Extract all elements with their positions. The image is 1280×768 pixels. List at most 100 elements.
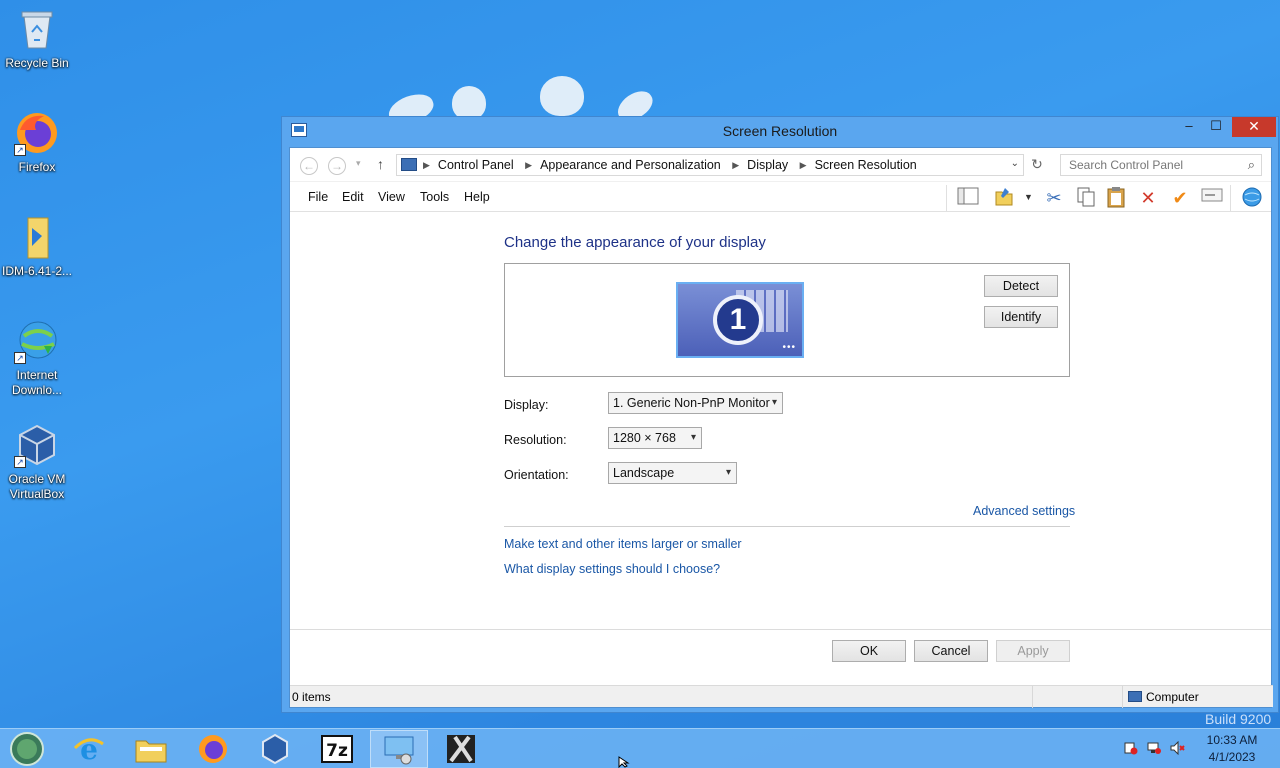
resolution-select-value: 1280 × 768 xyxy=(613,431,676,445)
forward-button[interactable]: → xyxy=(328,157,346,175)
taskbar-7zip[interactable]: 7z xyxy=(308,730,366,768)
paste-icon[interactable] xyxy=(1104,186,1128,210)
desktop-icon-recycle-bin[interactable]: Recycle Bin xyxy=(0,6,74,71)
desktop-icon-idm-installer[interactable]: IDM-6.41-2... xyxy=(0,214,74,279)
breadcrumb-separator-icon[interactable]: ▶ xyxy=(732,160,739,170)
minimize-button[interactable]: – xyxy=(1178,117,1200,137)
content-divider xyxy=(504,526,1070,527)
taskbar-virtualbox[interactable] xyxy=(246,730,304,768)
wallpaper-petal xyxy=(452,86,486,120)
desktop-icon-label: Oracle VM VirtualBox xyxy=(8,472,66,501)
display-select-value: 1. Generic Non-PnP Monitor xyxy=(613,396,770,410)
desktop-icon-label: IDM-6.41-2... xyxy=(1,264,73,278)
taskbar: e 7z 10:33 AM 4/1/2023 xyxy=(0,728,1280,768)
display-preview: 1 ••• Detect Identify xyxy=(504,263,1070,377)
clock-time[interactable]: 10:33 AM xyxy=(1196,733,1268,747)
search-icon[interactable]: ⌕ xyxy=(1248,157,1255,173)
layout-pane-icon[interactable] xyxy=(956,186,980,210)
desktop-icon-firefox[interactable]: ↗ Firefox xyxy=(0,110,74,175)
breadcrumb-separator-icon[interactable]: ▶ xyxy=(525,160,532,170)
taskbar-xming[interactable] xyxy=(432,730,490,768)
close-button[interactable]: ✕ xyxy=(1232,117,1276,137)
cut-icon[interactable]: ✂ xyxy=(1042,186,1066,210)
menu-tools[interactable]: Tools xyxy=(420,190,449,204)
firefox-icon: ↗ xyxy=(14,110,60,156)
folder-icon xyxy=(14,214,60,260)
menu-view[interactable]: View xyxy=(378,190,405,204)
menu-help[interactable]: Help xyxy=(464,190,490,204)
taskbar-firefox[interactable] xyxy=(184,730,242,768)
taskbar-file-explorer[interactable] xyxy=(122,730,180,768)
search-input[interactable] xyxy=(1069,155,1239,175)
menu-edit[interactable]: Edit xyxy=(342,190,364,204)
menu-file[interactable]: File xyxy=(308,190,328,204)
text-size-link[interactable]: Make text and other items larger or smal… xyxy=(504,537,742,551)
chevron-down-icon: ▾ xyxy=(725,467,731,478)
mouse-cursor-icon xyxy=(618,756,630,768)
up-button[interactable]: ↑ xyxy=(377,156,384,172)
window-title: Screen Resolution xyxy=(722,123,838,139)
display-label: Display: xyxy=(504,398,549,412)
computer-icon xyxy=(1128,691,1142,702)
resolution-select[interactable]: 1280 × 768 ▾ xyxy=(608,427,702,449)
taskbar-control-panel[interactable] xyxy=(370,730,428,768)
identify-button[interactable]: Identify xyxy=(984,306,1058,328)
desktop-icon-internet-download-manager[interactable]: ↗ Internet Downlo... xyxy=(0,318,74,398)
breadcrumb-control-panel[interactable]: Control Panel xyxy=(438,158,514,172)
properties-icon[interactable] xyxy=(1200,186,1224,210)
network-icon[interactable] xyxy=(1146,741,1162,755)
monitor-1-thumbnail[interactable]: 1 ••• xyxy=(676,282,804,358)
cancel-button[interactable]: Cancel xyxy=(914,640,988,662)
computer-icon xyxy=(401,158,417,171)
screen-resolution-window[interactable]: Screen Resolution – ☐ ✕ ← → ▾ ↑ ▶ Control… xyxy=(281,116,1279,713)
chevron-down-icon[interactable]: ▼ xyxy=(1024,192,1033,202)
desktop-icon-virtualbox[interactable]: ↗ Oracle VM VirtualBox xyxy=(0,422,74,502)
clock-date[interactable]: 4/1/2023 xyxy=(1196,750,1268,764)
recycle-bin-icon xyxy=(14,6,60,52)
address-bar[interactable]: ▶ Control Panel ▶ Appearance and Personali… xyxy=(396,154,1024,176)
breadcrumb-separator-icon[interactable]: ▶ xyxy=(800,160,807,170)
desktop-icon-label: Internet Downlo... xyxy=(11,368,63,397)
folder-options-icon[interactable] xyxy=(992,186,1016,210)
apply-button[interactable]: Apply xyxy=(996,640,1070,662)
globe-icon[interactable] xyxy=(1240,186,1264,210)
taskbar-internet-explorer[interactable]: e xyxy=(60,730,118,768)
detect-button[interactable]: Detect xyxy=(984,275,1058,297)
recent-locations-dropdown[interactable]: ▾ xyxy=(356,158,361,169)
start-button[interactable] xyxy=(0,730,54,768)
advanced-settings-link[interactable]: Advanced settings xyxy=(973,504,1075,518)
shortcut-arrow-icon: ↗ xyxy=(14,456,26,468)
status-location: Computer xyxy=(1146,690,1199,704)
maximize-button[interactable]: ☐ xyxy=(1204,117,1228,137)
status-bar: 0 items Computer xyxy=(290,685,1273,708)
volume-muted-icon[interactable] xyxy=(1170,740,1186,756)
action-center-icon[interactable] xyxy=(1124,741,1138,755)
svg-text:e: e xyxy=(80,733,98,766)
toolbar-separator xyxy=(1230,185,1231,211)
back-button[interactable]: ← xyxy=(300,157,318,175)
breadcrumb-display[interactable]: Display xyxy=(747,158,788,172)
content-area: Change the appearance of your display 1 … xyxy=(290,213,1271,626)
breadcrumb-screen-resolution[interactable]: Screen Resolution xyxy=(815,158,917,172)
breadcrumb-separator-icon[interactable]: ▶ xyxy=(423,160,430,170)
resolution-label: Resolution: xyxy=(504,433,567,447)
orientation-select-value: Landscape xyxy=(613,466,675,480)
wallpaper-petal xyxy=(540,76,584,116)
display-settings-help-link[interactable]: What display settings should I choose? xyxy=(504,562,720,576)
copy-icon[interactable] xyxy=(1074,186,1098,210)
menu-bar: File Edit View Tools Help ▼ ✂ ✕ ✔ xyxy=(290,182,1271,212)
page-title: Change the appearance of your display xyxy=(504,234,766,251)
orientation-select[interactable]: Landscape ▾ xyxy=(608,462,737,484)
chevron-down-icon[interactable]: ⌄ xyxy=(1011,158,1019,169)
svg-text:7z: 7z xyxy=(326,741,348,761)
ok-button[interactable]: OK xyxy=(832,640,906,662)
address-row: ← → ▾ ↑ ▶ Control Panel ▶ Appearance and P… xyxy=(290,148,1271,182)
display-select[interactable]: 1. Generic Non-PnP Monitor ▾ xyxy=(608,392,783,414)
delete-icon[interactable]: ✕ xyxy=(1136,186,1160,210)
refresh-button[interactable]: ↻ xyxy=(1026,154,1048,176)
breadcrumb-appearance[interactable]: Appearance and Personalization xyxy=(540,158,721,172)
window-titlebar[interactable]: Screen Resolution – ☐ ✕ xyxy=(282,117,1278,145)
search-box[interactable]: ⌕ xyxy=(1060,154,1262,176)
virtualbox-icon: ↗ xyxy=(14,422,60,468)
checkmark-icon[interactable]: ✔ xyxy=(1168,186,1192,210)
